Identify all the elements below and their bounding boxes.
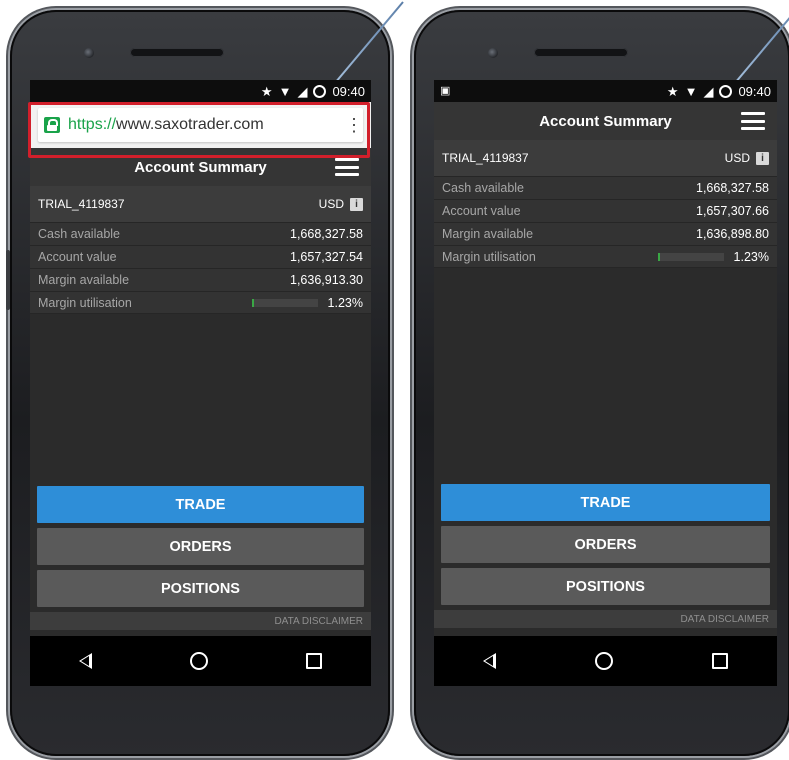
metric-label: Margin available <box>38 273 130 287</box>
metric-value: 1,636,898.80 <box>696 227 769 241</box>
earpiece-speaker <box>534 48 628 57</box>
metric-value: 1,668,327.58 <box>696 181 769 195</box>
android-nav-bar <box>434 636 777 686</box>
content-area <box>434 268 777 484</box>
utilisation-bar <box>251 298 318 307</box>
metric-value: 1,636,913.30 <box>290 273 363 287</box>
signal-icon: ◢ <box>297 83 308 99</box>
metric-account-value: Account value 1,657,307.66 <box>434 199 777 222</box>
back-icon[interactable] <box>483 653 497 669</box>
orders-button[interactable]: ORDERS <box>37 528 364 565</box>
utilisation-bar-fill <box>251 298 254 307</box>
metric-margin-available: Margin available 1,636,913.30 <box>30 268 371 291</box>
hamburger-menu-icon[interactable] <box>741 112 765 130</box>
sync-icon <box>719 84 733 98</box>
account-row[interactable]: TRIAL_4119837 USD i <box>30 186 371 222</box>
hamburger-menu-icon[interactable] <box>335 158 359 176</box>
left-screen: ★ ▼ ◢ 09:40 https://www.saxotrader.com ⋮… <box>30 80 371 686</box>
right-phone: ▣ ★ ▼ ◢ 09:40 Account Summary TRIAL_4119… <box>414 1 789 756</box>
page-title: Account Summary <box>539 112 672 130</box>
utilisation-bar-fill <box>657 252 660 261</box>
action-buttons: TRADE ORDERS POSITIONS <box>30 486 371 607</box>
account-id: TRIAL_4119837 <box>38 197 125 211</box>
metrics-list: Cash available 1,668,327.58 Account valu… <box>30 222 371 314</box>
status-bar: ★ ▼ ◢ 09:40 <box>30 80 371 102</box>
metric-label: Margin utilisation <box>442 249 536 264</box>
front-camera <box>488 48 498 58</box>
right-screen: ▣ ★ ▼ ◢ 09:40 Account Summary TRIAL_4119… <box>434 80 777 686</box>
status-time: 09:40 <box>738 83 771 99</box>
metric-margin-utilisation: Margin utilisation 1.23% <box>30 291 371 314</box>
data-disclaimer-link[interactable]: DATA DISCLAIMER <box>434 610 777 628</box>
home-icon[interactable] <box>190 652 208 670</box>
trade-button[interactable]: TRADE <box>441 484 770 521</box>
star-icon: ★ <box>260 83 273 99</box>
orders-button[interactable]: ORDERS <box>441 526 770 563</box>
metric-label: Cash available <box>442 181 524 195</box>
metric-value: 1,657,327.54 <box>290 250 363 264</box>
metric-margin-available: Margin available 1,636,898.80 <box>434 222 777 245</box>
data-disclaimer-link[interactable]: DATA DISCLAIMER <box>30 612 371 630</box>
recent-apps-icon[interactable] <box>306 653 322 669</box>
currency-label: USD <box>318 197 344 211</box>
status-time: 09:40 <box>332 83 365 99</box>
wifi-icon: ▼ <box>684 83 698 99</box>
status-bar: ▣ ★ ▼ ◢ 09:40 <box>434 80 777 102</box>
page-title: Account Summary <box>134 158 267 176</box>
info-icon[interactable]: i <box>350 197 363 211</box>
recent-apps-icon[interactable] <box>711 653 728 669</box>
positions-button[interactable]: POSITIONS <box>37 570 364 607</box>
signal-icon: ◢ <box>703 83 714 99</box>
earpiece-speaker <box>130 48 224 57</box>
home-icon[interactable] <box>594 652 613 670</box>
glare-decoration <box>331 1 404 87</box>
metric-margin-utilisation: Margin utilisation 1.23% <box>434 245 777 268</box>
glare-decoration <box>731 1 789 87</box>
metric-value: 1,657,307.66 <box>696 204 769 218</box>
back-icon[interactable] <box>79 653 92 669</box>
android-nav-bar <box>30 636 371 686</box>
action-buttons: TRADE ORDERS POSITIONS <box>434 484 777 605</box>
url-highlight-box <box>28 102 370 158</box>
image-notification-icon: ▣ <box>440 84 451 97</box>
metric-label: Margin utilisation <box>38 295 132 310</box>
metric-cash-available: Cash available 1,668,327.58 <box>434 176 777 199</box>
metric-label: Account value <box>38 250 117 264</box>
wifi-icon: ▼ <box>278 83 292 99</box>
metrics-list: Cash available 1,668,327.58 Account valu… <box>434 176 777 268</box>
utilisation-bar <box>657 252 724 261</box>
account-row[interactable]: TRIAL_4119837 USD i <box>434 140 777 176</box>
page-header: Account Summary <box>434 102 777 140</box>
side-button <box>6 250 10 310</box>
trade-button[interactable]: TRADE <box>37 486 364 523</box>
front-camera <box>84 48 94 58</box>
metric-label: Margin available <box>442 227 534 241</box>
account-id: TRIAL_4119837 <box>442 151 529 165</box>
star-icon: ★ <box>666 83 679 99</box>
currency-label: USD <box>724 151 750 165</box>
metric-label: Cash available <box>38 227 120 241</box>
metric-account-value: Account value 1,657,327.54 <box>30 245 371 268</box>
metric-value: 1.23% <box>327 295 363 310</box>
metric-value: 1,668,327.58 <box>290 227 363 241</box>
content-area <box>30 314 371 486</box>
sync-icon <box>313 84 327 98</box>
metric-value: 1.23% <box>733 249 769 264</box>
info-icon[interactable]: i <box>756 151 769 165</box>
positions-button[interactable]: POSITIONS <box>441 568 770 605</box>
metric-cash-available: Cash available 1,668,327.58 <box>30 222 371 245</box>
metric-label: Account value <box>442 204 521 218</box>
